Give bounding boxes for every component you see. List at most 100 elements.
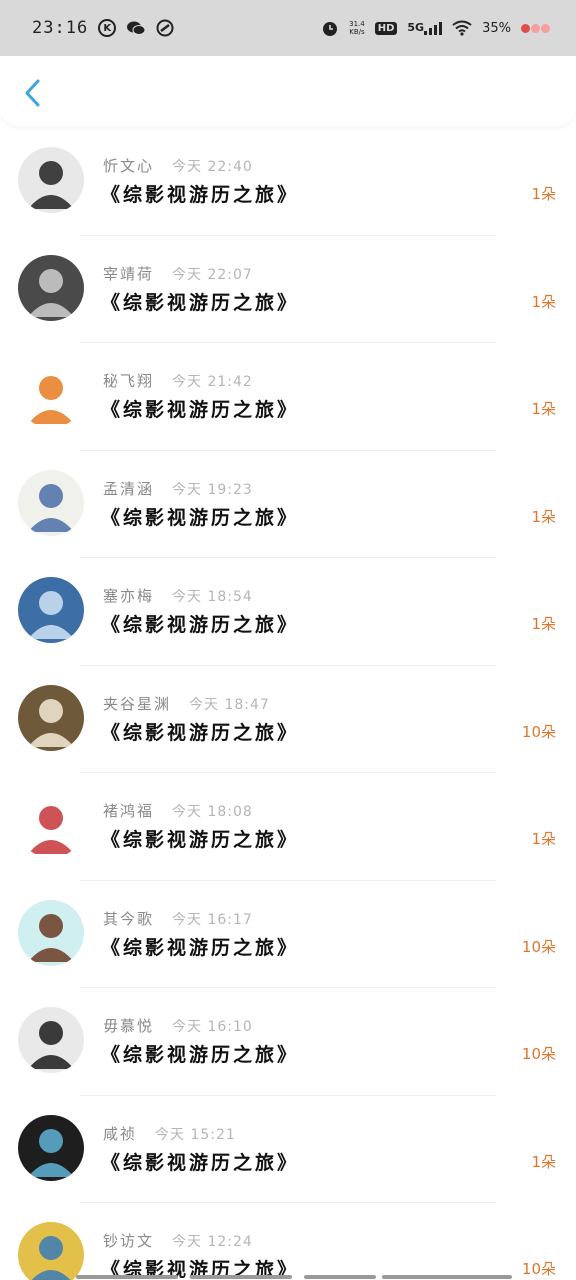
book-title[interactable]: 《综影视游历之旅》 xyxy=(101,610,299,637)
user-name[interactable]: 咸祯 xyxy=(103,1123,137,1144)
reward-meta: 忻文心 今天 22:40 xyxy=(103,155,253,176)
avatar[interactable] xyxy=(18,147,84,213)
list-item[interactable]: 塞亦梅 今天 18:54 《综影视游历之旅》 1朵 xyxy=(0,558,576,666)
signal-icon: 5G xyxy=(407,21,443,35)
avatar[interactable] xyxy=(18,1222,84,1280)
reward-time: 今天 18:08 xyxy=(172,804,253,820)
user-name[interactable]: 其今歌 xyxy=(103,908,154,929)
avatar[interactable] xyxy=(18,469,84,536)
list-item[interactable]: 忻文心 今天 22:40 《综影视游历之旅》 1朵 xyxy=(0,128,576,236)
list-item[interactable]: 宰靖荷 今天 22:07 《综影视游历之旅》 1朵 xyxy=(0,236,576,343)
network-speed-value: 31.4 xyxy=(349,20,365,28)
alarm-icon xyxy=(321,19,339,37)
list-item[interactable]: 孟清涵 今天 19:23 《综影视游历之旅》 1朵 xyxy=(0,451,576,558)
user-name[interactable]: 忻文心 xyxy=(103,155,154,176)
chevron-left-icon xyxy=(25,79,40,107)
user-avatar-icon xyxy=(28,376,74,424)
reward-meta: 钞访文 今天 12:24 xyxy=(103,1230,253,1251)
battery-level: 35% xyxy=(482,20,511,36)
user-name[interactable]: 夹谷星渊 xyxy=(103,693,171,714)
flower-amount: 1朵 xyxy=(531,1152,556,1171)
reward-time: 今天 21:42 xyxy=(172,374,253,390)
avatar[interactable] xyxy=(18,254,84,321)
user-name[interactable]: 褚鸿福 xyxy=(103,800,154,821)
book-title[interactable]: 《综影视游历之旅》 xyxy=(101,718,299,745)
list-item[interactable]: 褚鸿福 今天 18:08 《综影视游历之旅》 1朵 xyxy=(0,773,576,881)
book-title[interactable]: 《综影视游历之旅》 xyxy=(101,1148,299,1175)
avatar[interactable] xyxy=(18,792,84,858)
user-name[interactable]: 钞访文 xyxy=(103,1230,154,1251)
flower-amount: 10朵 xyxy=(521,937,556,956)
hd-badge: HD xyxy=(374,21,398,35)
status-time: 23:16 xyxy=(32,18,89,38)
back-button[interactable] xyxy=(18,76,46,110)
scroll-indicator xyxy=(0,1275,576,1279)
book-title[interactable]: 《综影视游历之旅》 xyxy=(101,180,299,207)
user-avatar-icon xyxy=(28,1021,74,1069)
wifi-icon xyxy=(452,20,472,36)
network-type: 5G xyxy=(407,21,425,34)
user-name[interactable]: 塞亦梅 xyxy=(103,585,154,606)
reward-time: 今天 16:10 xyxy=(172,1019,253,1035)
list-item[interactable]: 夹谷星渊 今天 18:47 《综影视游历之旅》 10朵 xyxy=(0,666,576,773)
reward-meta: 宰靖荷 今天 22:07 xyxy=(103,263,253,284)
user-avatar-icon xyxy=(31,1236,71,1280)
reward-meta: 秘飞翔 今天 21:42 xyxy=(103,370,253,391)
avatar[interactable] xyxy=(18,362,84,428)
avatar[interactable] xyxy=(18,1114,84,1181)
user-name[interactable]: 毋慕悦 xyxy=(103,1015,154,1036)
reward-meta: 褚鸿福 今天 18:08 xyxy=(103,800,253,821)
book-title[interactable]: 《综影视游历之旅》 xyxy=(101,503,299,530)
list-item[interactable]: 咸祯 今天 15:21 《综影视游历之旅》 1朵 xyxy=(0,1096,576,1203)
user-avatar-icon xyxy=(28,268,74,317)
flower-amount: 1朵 xyxy=(531,830,556,848)
book-title[interactable]: 《综影视游历之旅》 xyxy=(101,933,299,960)
wechat-icon xyxy=(126,20,146,36)
list-item[interactable]: 钞访文 今天 12:24 《综影视游历之旅》 10朵 xyxy=(0,1203,576,1280)
reward-meta: 孟清涵 今天 19:23 xyxy=(103,478,253,499)
list-item[interactable]: 毋慕悦 今天 16:10 《综影视游历之旅》 10朵 xyxy=(0,988,576,1096)
reward-time: 今天 16:17 xyxy=(172,911,253,928)
avatar[interactable] xyxy=(18,1007,84,1073)
user-name[interactable]: 宰靖荷 xyxy=(103,263,154,284)
reward-time: 今天 22:40 xyxy=(172,159,253,175)
avatar[interactable] xyxy=(18,684,84,751)
reward-time: 今天 12:24 xyxy=(172,1234,253,1250)
user-avatar-icon xyxy=(28,591,74,639)
reward-meta: 其今歌 今天 16:17 xyxy=(103,908,253,929)
reward-meta: 咸祯 今天 15:21 xyxy=(103,1123,236,1144)
user-avatar-icon xyxy=(28,1128,74,1177)
user-avatar-icon xyxy=(28,913,74,962)
status-bar-right: 31.4 KB/s HD 5G 35% xyxy=(321,19,550,37)
user-name[interactable]: 孟清涵 xyxy=(103,478,154,499)
reward-time: 今天 15:21 xyxy=(155,1126,236,1143)
reward-time: 今天 22:07 xyxy=(172,266,253,283)
status-bar-left: 23:16 K xyxy=(32,18,174,38)
book-title[interactable]: 《综影视游历之旅》 xyxy=(101,1040,299,1067)
book-title[interactable]: 《综影视游历之旅》 xyxy=(101,288,299,315)
flower-amount: 1朵 xyxy=(531,507,556,526)
reward-meta: 毋慕悦 今天 16:10 xyxy=(103,1015,253,1036)
user-avatar-icon xyxy=(28,806,74,854)
avatar[interactable] xyxy=(18,577,84,643)
header-bar xyxy=(0,56,576,126)
k-app-icon: K xyxy=(98,19,117,37)
flower-amount: 10朵 xyxy=(521,1045,556,1063)
reward-time: 今天 18:47 xyxy=(189,696,270,713)
flower-amount: 1朵 xyxy=(531,615,556,633)
reward-list: 忻文心 今天 22:40 《综影视游历之旅》 1朵 宰靖荷 今天 22:07 《综影视游历之… xyxy=(0,128,576,1280)
user-name[interactable]: 秘飞翔 xyxy=(103,370,154,391)
status-bar: 23:16 K 31.4 KB/s HD 5G 35% xyxy=(0,0,576,56)
list-item[interactable]: 其今歌 今天 16:17 《综影视游历之旅》 10朵 xyxy=(0,881,576,988)
flower-amount: 10朵 xyxy=(521,722,556,741)
book-title[interactable]: 《综影视游历之旅》 xyxy=(101,825,299,852)
flower-amount: 1朵 xyxy=(531,292,556,311)
reward-time: 今天 19:23 xyxy=(172,481,253,498)
avatar[interactable] xyxy=(18,899,84,966)
list-item[interactable]: 秘飞翔 今天 21:42 《综影视游历之旅》 1朵 xyxy=(0,343,576,451)
book-title[interactable]: 《综影视游历之旅》 xyxy=(101,395,299,422)
reward-time: 今天 18:54 xyxy=(172,589,253,605)
user-avatar-icon xyxy=(28,483,74,532)
battery-icon xyxy=(521,23,550,33)
reward-meta: 夹谷星渊 今天 18:47 xyxy=(103,693,270,714)
